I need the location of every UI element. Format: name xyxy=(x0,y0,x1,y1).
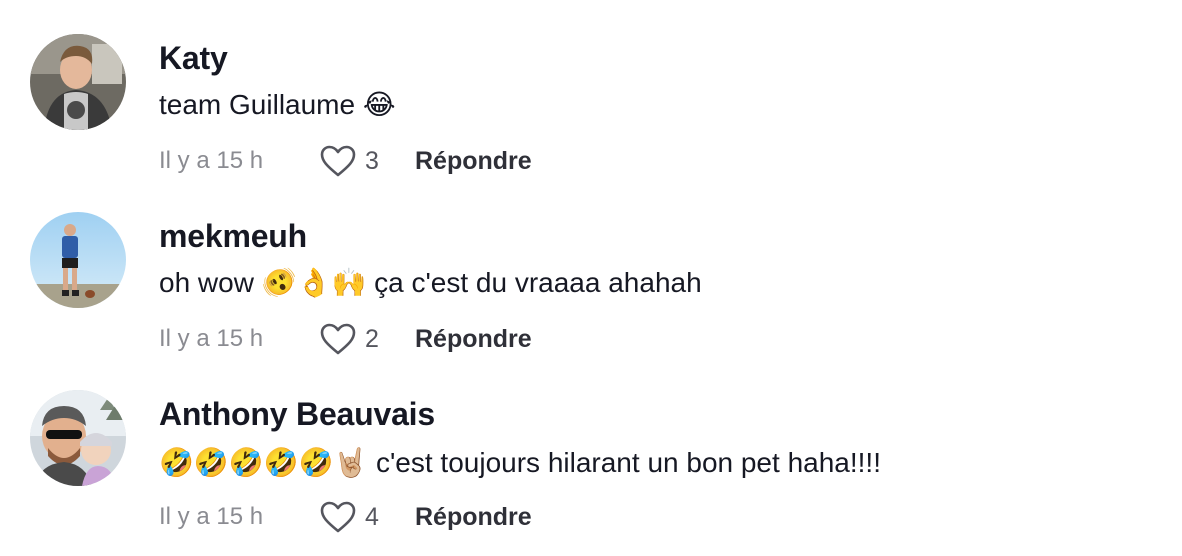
like-count: 4 xyxy=(365,502,379,531)
comment-text: 🤣🤣🤣🤣🤣🤘🏼 c'est toujours hilarant un bon p… xyxy=(159,447,881,478)
timestamp: Il y a 15 h xyxy=(159,325,264,352)
reply-button[interactable]: Répondre xyxy=(415,147,532,176)
username[interactable]: Anthony Beauvais xyxy=(159,396,435,433)
like-button[interactable]: 3 xyxy=(319,144,415,178)
avatar[interactable] xyxy=(30,212,126,308)
like-button[interactable]: 4 xyxy=(319,500,415,534)
comment-meta: Il y a 15 h 2 Répondre xyxy=(159,322,532,356)
avatar[interactable] xyxy=(30,390,126,486)
username[interactable]: mekmeuh xyxy=(159,218,307,255)
comment-item: Anthony Beauvais 🤣🤣🤣🤣🤣🤘🏼 c'est toujours … xyxy=(0,356,1182,534)
timestamp: Il y a 15 h xyxy=(159,503,264,530)
like-count: 2 xyxy=(365,324,379,353)
timestamp: Il y a 15 h xyxy=(159,147,264,174)
comment-item: mekmeuh oh wow 🫨👌🙌 ça c'est du vraaaa ah… xyxy=(0,178,1182,356)
like-count: 3 xyxy=(365,146,379,175)
reply-button[interactable]: Répondre xyxy=(415,325,532,354)
heart-outline-icon[interactable] xyxy=(319,500,357,534)
username[interactable]: Katy xyxy=(159,40,228,77)
comment-meta: Il y a 15 h 4 Répondre xyxy=(159,500,532,534)
heart-outline-icon[interactable] xyxy=(319,144,357,178)
comment-meta: Il y a 15 h 3 Répondre xyxy=(159,144,532,178)
heart-outline-icon[interactable] xyxy=(319,322,357,356)
reply-button[interactable]: Répondre xyxy=(415,503,532,532)
comment-item: Katy team Guillaume 😂 Il y a 15 h 3 Répo… xyxy=(0,0,1182,178)
comment-text: oh wow 🫨👌🙌 ça c'est du vraaaa ahahah xyxy=(159,267,702,298)
avatar[interactable] xyxy=(30,34,126,130)
comment-text: team Guillaume 😂 xyxy=(159,89,396,120)
like-button[interactable]: 2 xyxy=(319,322,415,356)
